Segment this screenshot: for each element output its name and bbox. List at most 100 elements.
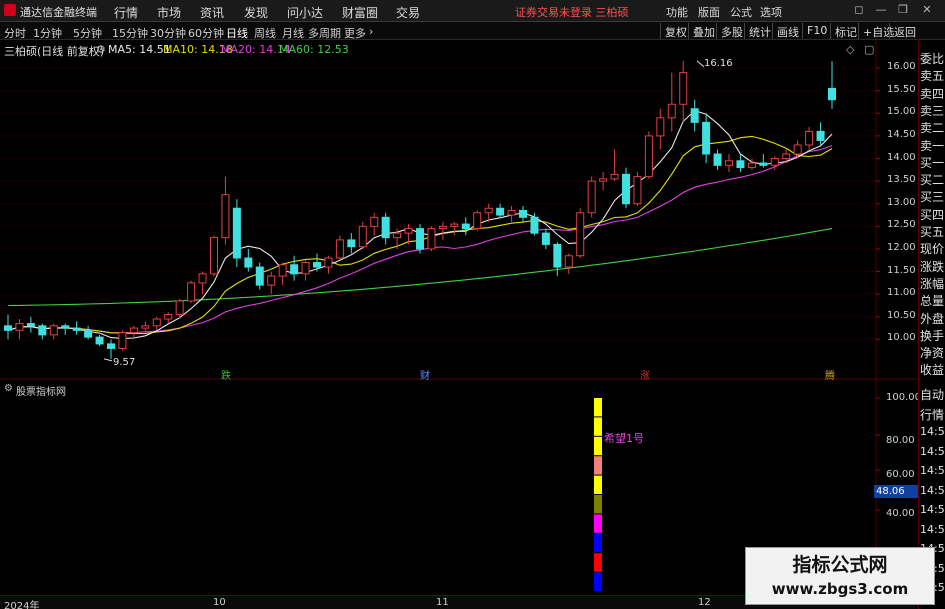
minimize-icon[interactable]: — <box>874 3 888 17</box>
indicator-bar-segment <box>594 514 602 533</box>
period-5min[interactable]: 5分钟 <box>73 25 102 41</box>
quote-field-label[interactable]: 换手 <box>920 327 945 344</box>
quote-field-label[interactable]: 买四 <box>920 206 945 223</box>
tick-panel-label: 自动 <box>920 388 945 402</box>
quote-field-label[interactable]: 涨跌 <box>920 258 945 275</box>
btn-fanhui[interactable]: 返回 <box>889 23 920 39</box>
quote-field-label[interactable]: 买一 <box>920 154 945 171</box>
quote-field-label[interactable]: 委比 <box>920 50 945 67</box>
quote-field-label[interactable]: 买五 <box>920 223 945 240</box>
quote-field-label[interactable]: 外盘 <box>920 310 945 327</box>
btn-biaoji[interactable]: 标记 <box>830 23 861 39</box>
quote-field-label[interactable]: 收益 <box>920 361 945 378</box>
toolbar-xuanxiang[interactable]: 选项 <box>760 4 782 20</box>
candle-body <box>484 207 493 214</box>
menu-item-hangqing[interactable]: 行情 <box>114 4 138 21</box>
quote-field-label[interactable]: 现价 <box>920 240 945 257</box>
high-price-label: 16.16 <box>704 58 733 69</box>
candle-body <box>49 325 58 336</box>
date-label-11: 11 <box>436 597 449 608</box>
event-marker-cai[interactable]: 财 <box>420 367 430 382</box>
candle-body <box>72 327 81 331</box>
candle-body <box>427 228 436 250</box>
period-30min[interactable]: 30分钟 <box>150 25 186 41</box>
toolbar-gongshi[interactable]: 公式 <box>730 4 752 20</box>
candle-body <box>95 336 104 345</box>
period-more[interactable]: 更多 <box>344 25 366 41</box>
candle-body <box>84 329 93 338</box>
tick-panel-label: 行情 <box>920 407 945 422</box>
period-weekly[interactable]: 周线 <box>254 25 276 41</box>
candle-body <box>324 257 333 268</box>
restore-icon[interactable]: ◻ <box>852 3 866 17</box>
period-60min[interactable]: 60分钟 <box>188 25 224 41</box>
event-marker-die[interactable]: 跌 <box>221 367 231 382</box>
event-marker-teng[interactable]: 腾 <box>825 367 835 382</box>
quote-field-label[interactable]: 净资 <box>920 344 945 361</box>
btn-huaxian[interactable]: 画线 <box>772 23 803 39</box>
quote-field-label[interactable]: 买三 <box>920 188 945 205</box>
candle-body <box>690 108 699 123</box>
more-arrow-icon[interactable]: › <box>369 25 373 38</box>
login-status[interactable]: 证券交易未登录 三柏硕 <box>515 4 629 20</box>
btn-diejia[interactable]: 叠加 <box>688 23 719 39</box>
event-marker-zhang[interactable]: 涨 <box>640 367 650 382</box>
candle-body <box>450 223 459 227</box>
candle-body <box>107 343 115 349</box>
candle-body <box>164 314 173 320</box>
btn-tongji[interactable]: 统计 <box>744 23 775 39</box>
quote-field-label[interactable]: 卖二 <box>920 119 945 136</box>
menu-item-faxian[interactable]: 发现 <box>244 4 268 21</box>
menu-item-wenxiaoda[interactable]: 问小达 <box>287 4 323 21</box>
candle-body <box>644 135 653 178</box>
candle-body <box>152 318 161 327</box>
quote-field-label[interactable]: 买二 <box>920 171 945 188</box>
candle-body <box>393 232 402 239</box>
btn-duogu[interactable]: 多股 <box>716 23 747 39</box>
menu-item-jiaoyi[interactable]: 交易 <box>396 4 420 21</box>
candle-body <box>805 130 814 146</box>
candle-body <box>496 207 505 216</box>
period-monthly[interactable]: 月线 <box>282 25 304 41</box>
price-axis-label: 14.50 <box>887 128 916 140</box>
maximize-icon[interactable]: ❐ <box>896 3 910 17</box>
toolbar-gongneng[interactable]: 功能 <box>666 4 688 20</box>
btn-fuquan[interactable]: 复权 <box>660 23 691 39</box>
candle-body <box>541 232 550 245</box>
period-1min[interactable]: 1分钟 <box>33 25 62 41</box>
period-multi[interactable]: 多周期 <box>308 25 341 41</box>
period-daily[interactable]: 日线 <box>226 25 248 41</box>
tick-time: 14:50 <box>920 425 945 438</box>
menu-item-zixun[interactable]: 资讯 <box>200 4 224 21</box>
candle-body <box>725 160 733 166</box>
period-fenshi[interactable]: 分时 <box>4 25 26 41</box>
chart-area <box>0 40 918 595</box>
menu-item-caifuquan[interactable]: 财富圈 <box>342 4 378 21</box>
btn-f10[interactable]: F10 <box>802 23 831 39</box>
candle-body <box>793 144 802 155</box>
price-axis-label: 11.00 <box>887 287 916 299</box>
quote-field-label[interactable]: 卖一 <box>920 137 945 154</box>
indicator-settings-icon[interactable]: ⚙ <box>4 383 13 394</box>
candle-body <box>702 121 711 155</box>
quote-field-label[interactable]: 卖五 <box>920 67 945 84</box>
candle-body <box>667 103 676 119</box>
quote-field-label[interactable]: 涨幅 <box>920 275 945 292</box>
candle-body <box>519 210 527 218</box>
menu-item-shichang[interactable]: 市场 <box>157 4 181 21</box>
candle-body <box>770 158 779 166</box>
candle-body <box>622 173 630 205</box>
indicator-bar-segment <box>594 436 602 456</box>
quote-field-label[interactable]: 卖三 <box>920 102 945 119</box>
candle-body <box>290 264 299 275</box>
quote-field-label[interactable]: 总量 <box>920 292 945 309</box>
price-axis-label: 13.50 <box>887 174 916 186</box>
toolbar-banmian[interactable]: 版面 <box>698 4 720 20</box>
quote-field-label[interactable]: 卖四 <box>920 85 945 102</box>
indicator-bar-segment <box>594 475 602 494</box>
indicator-bar-segment <box>594 417 602 436</box>
period-15min[interactable]: 15分钟 <box>112 25 148 41</box>
close-icon[interactable]: ✕ <box>920 3 934 17</box>
candle-body <box>610 173 619 180</box>
indicator-bar-segment <box>594 533 602 553</box>
